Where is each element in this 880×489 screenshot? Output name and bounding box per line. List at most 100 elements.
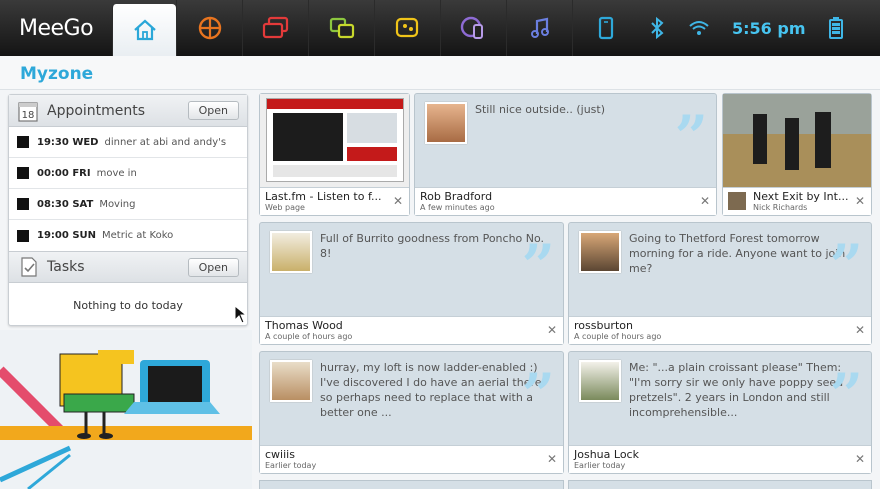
calendar-color-swatch bbox=[17, 229, 29, 242]
bluetooth-icon[interactable] bbox=[648, 16, 666, 40]
web-page-thumbnail bbox=[266, 98, 404, 182]
feed-card-web[interactable]: Last.fm - Listen to f... Web page ✕ bbox=[259, 93, 410, 216]
close-icon[interactable]: ✕ bbox=[700, 194, 710, 208]
tab-internet[interactable] bbox=[440, 0, 506, 56]
appointment-desc: Metric at Koko bbox=[102, 230, 174, 241]
card-author: cwiiis bbox=[265, 448, 295, 461]
left-column: 18 Appointments Open 19:30 WED dinner at… bbox=[8, 94, 248, 326]
tasks-title: Tasks bbox=[47, 259, 85, 275]
status-message: Me: "...a plain croissant please" Them: … bbox=[629, 361, 844, 419]
wifi-icon[interactable] bbox=[688, 18, 710, 38]
card-meta: Earlier today bbox=[574, 461, 626, 470]
tab-media[interactable] bbox=[242, 0, 308, 56]
quote-icon: ” bbox=[829, 232, 863, 300]
status-message: Going to Thetford Forest tomorrow mornin… bbox=[629, 232, 846, 275]
close-icon[interactable]: ✕ bbox=[547, 452, 557, 466]
card-author: Rob Bradford bbox=[420, 190, 493, 203]
tasks-icon bbox=[21, 257, 37, 277]
feed-card-status[interactable]: Going to Thetford Forest tomorrow mornin… bbox=[568, 222, 872, 345]
battery-icon[interactable] bbox=[828, 16, 844, 40]
card-meta: Web page bbox=[265, 203, 305, 212]
appointment-time: 19:00 SUN bbox=[37, 230, 97, 241]
quote-icon: ” bbox=[829, 361, 863, 429]
panel-header: Myzone bbox=[0, 56, 880, 90]
card-author: Thomas Wood bbox=[265, 319, 343, 332]
tab-devices[interactable] bbox=[572, 0, 638, 56]
appointment-desc: dinner at abi and andy's bbox=[104, 136, 227, 148]
decorative-illustration bbox=[0, 330, 252, 489]
close-icon[interactable]: ✕ bbox=[855, 323, 865, 337]
quote-icon: ” bbox=[521, 361, 555, 429]
card-author: rossburton bbox=[574, 319, 633, 332]
appointments-open-button[interactable]: Open bbox=[187, 101, 239, 120]
avatar bbox=[579, 231, 621, 273]
internet-icon bbox=[460, 16, 483, 39]
tasks-empty-text: Nothing to do today bbox=[73, 299, 183, 312]
appointments-header: 18 Appointments Open bbox=[9, 95, 247, 127]
home-icon bbox=[133, 19, 156, 41]
card-author: Joshua Lock bbox=[574, 448, 639, 461]
appointment-item[interactable]: 08:30 SAT Moving bbox=[9, 189, 247, 220]
avatar bbox=[579, 360, 621, 402]
tab-chat[interactable] bbox=[374, 0, 440, 56]
photo-thumbnail bbox=[723, 94, 871, 188]
close-icon[interactable]: ✕ bbox=[855, 194, 865, 208]
tab-music[interactable] bbox=[506, 0, 572, 56]
avatar bbox=[270, 360, 312, 402]
quote-icon: ” bbox=[521, 232, 555, 300]
status-message: Still nice outside.. (just) bbox=[475, 103, 605, 116]
calendar-day: 18 bbox=[22, 110, 35, 121]
card-meta: A couple of hours ago bbox=[265, 332, 353, 341]
chat-icon bbox=[395, 17, 418, 38]
music-icon bbox=[530, 17, 549, 38]
feed-card-status[interactable]: Me: "...a plain croissant please" Them: … bbox=[568, 351, 872, 474]
page-title: Myzone bbox=[20, 64, 94, 84]
feed-card-status[interactable]: hurray, my loft is now ladder-enabled :)… bbox=[259, 351, 564, 474]
calendar-color-swatch bbox=[17, 136, 29, 148]
feed-card-photo[interactable]: Next Exit by Int... Nick Richards ✕ bbox=[722, 93, 872, 216]
appointment-time: 00:00 FRI bbox=[37, 167, 91, 179]
close-icon[interactable]: ✕ bbox=[393, 194, 403, 208]
feed-card-status[interactable]: Full of Burrito goodness from Poncho No.… bbox=[259, 222, 564, 345]
tasks-header: Tasks Open bbox=[9, 251, 247, 283]
card-meta: Nick Richards bbox=[753, 203, 808, 212]
avatar bbox=[425, 102, 467, 144]
tab-myzone[interactable] bbox=[112, 4, 176, 56]
appointment-item[interactable]: 19:30 WED dinner at abi and andy's bbox=[9, 127, 247, 158]
appointment-desc: move in bbox=[96, 167, 137, 179]
close-icon[interactable]: ✕ bbox=[547, 323, 557, 337]
devices-icon bbox=[598, 16, 613, 40]
applications-icon bbox=[198, 16, 221, 40]
tab-people[interactable] bbox=[308, 0, 374, 56]
card-meta: A couple of hours ago bbox=[574, 332, 662, 341]
clock[interactable]: 5:56 pm bbox=[732, 19, 806, 38]
appointment-desc: Moving bbox=[99, 198, 136, 210]
calendar-color-swatch bbox=[17, 198, 29, 210]
status-tray: 5:56 pm bbox=[648, 0, 844, 56]
card-title: Last.fm - Listen to f... bbox=[265, 190, 382, 203]
close-icon[interactable]: ✕ bbox=[855, 452, 865, 466]
appointment-time: 08:30 SAT bbox=[37, 198, 94, 210]
avatar bbox=[270, 231, 312, 273]
tab-applications[interactable] bbox=[176, 0, 242, 56]
media-panel-icon bbox=[262, 16, 288, 39]
card-meta: A few minutes ago bbox=[420, 203, 495, 212]
feed-card-status[interactable]: Still nice outside.. (just) ” Rob Bradfo… bbox=[414, 93, 717, 216]
avatar bbox=[727, 191, 747, 211]
card-title: Next Exit by Int... bbox=[753, 190, 849, 203]
people-icon bbox=[329, 17, 354, 39]
feed-card-partial[interactable] bbox=[568, 480, 872, 489]
tasks-open-button[interactable]: Open bbox=[187, 257, 239, 277]
quote-icon: ” bbox=[674, 103, 708, 171]
meego-logo: MeeGo bbox=[18, 15, 94, 41]
mascot-illustration bbox=[0, 330, 252, 489]
appointment-item[interactable]: 00:00 FRI move in bbox=[9, 158, 247, 189]
card-meta: Earlier today bbox=[265, 461, 317, 470]
mouse-cursor-icon bbox=[234, 305, 248, 324]
appointments-title: Appointments bbox=[47, 102, 146, 119]
appointment-time: 19:30 WED bbox=[37, 136, 99, 148]
toolbar: MeeGo 5:56 pm bbox=[0, 0, 880, 56]
appointment-item[interactable]: 19:00 SUN Metric at Koko bbox=[9, 220, 247, 251]
calendar-icon: 18 bbox=[18, 101, 38, 122]
feed-card-partial[interactable] bbox=[259, 480, 564, 489]
